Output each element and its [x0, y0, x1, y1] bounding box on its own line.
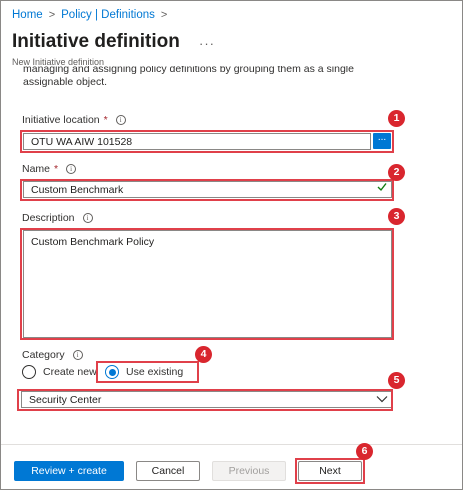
browse-location-button[interactable]: ... — [373, 133, 391, 149]
description-textarea[interactable]: Custom Benchmark Policy — [23, 230, 392, 338]
footer-divider — [1, 444, 462, 445]
info-icon[interactable]: i — [115, 115, 126, 125]
initiative-location-value: OTU WA AIW 101528 — [31, 135, 133, 148]
callout-badge-2: 2 — [388, 164, 405, 181]
radio-circle-selected[interactable] — [105, 365, 119, 379]
required-marker: * — [54, 163, 59, 175]
callout-badge-4: 4 — [195, 346, 212, 363]
callout-badge-1: 1 — [388, 110, 405, 127]
required-marker: * — [103, 114, 108, 126]
breadcrumb-home[interactable]: Home — [12, 9, 43, 21]
category-selected-value: Security Center — [29, 393, 102, 406]
callout-badge-3: 3 — [388, 208, 405, 225]
review-create-button[interactable]: Review + create — [14, 461, 124, 481]
breadcrumb-separator: > — [48, 9, 56, 21]
cancel-button[interactable]: Cancel — [136, 461, 200, 481]
category-label: Category i — [22, 349, 83, 361]
initiative-location-label-text: Initiative location — [22, 114, 100, 126]
info-icon[interactable]: i — [66, 164, 77, 174]
breadcrumb-policy-definitions[interactable]: Policy | Definitions — [61, 9, 155, 21]
description-label-text: Description — [22, 212, 75, 224]
breadcrumb-separator: > — [160, 9, 168, 21]
name-value: Custom Benchmark — [31, 183, 124, 196]
info-icon[interactable]: i — [82, 213, 93, 223]
initiative-location-input[interactable]: OTU WA AIW 101528 — [23, 133, 371, 150]
next-button[interactable]: Next — [298, 461, 362, 481]
category-label-text: Category — [22, 349, 65, 361]
description-line: managing and assigning policy definition… — [23, 66, 354, 75]
radio-circle[interactable] — [22, 365, 36, 379]
chevron-down-icon — [376, 396, 388, 403]
callout-badge-6: 6 — [356, 443, 373, 460]
page-title: Initiative definition — [12, 31, 180, 52]
info-icon[interactable]: i — [72, 350, 83, 360]
radio-use-existing-label: Use existing — [126, 366, 184, 378]
name-label: Name * i — [22, 163, 77, 175]
previous-button[interactable]: Previous — [212, 461, 286, 481]
name-label-text: Name — [22, 163, 51, 175]
description-line: assignable object. — [23, 76, 108, 88]
description-label: Description i — [22, 212, 93, 224]
callout-badge-5: 5 — [388, 372, 405, 389]
radio-use-existing[interactable]: Use existing — [105, 365, 183, 379]
category-select[interactable]: Security Center — [21, 391, 393, 408]
page-description: managing and assigning policy definition… — [23, 66, 423, 96]
radio-create-new[interactable]: Create new — [22, 365, 97, 379]
initiative-location-label: Initiative location * i — [22, 114, 126, 126]
breadcrumb: Home > Policy | Definitions > — [12, 9, 167, 21]
name-input[interactable]: Custom Benchmark — [23, 181, 392, 198]
check-icon — [377, 183, 387, 192]
more-options-button[interactable]: ··· — [199, 36, 215, 51]
radio-create-new-label: Create new — [43, 366, 97, 378]
description-value: Custom Benchmark Policy — [31, 236, 155, 248]
